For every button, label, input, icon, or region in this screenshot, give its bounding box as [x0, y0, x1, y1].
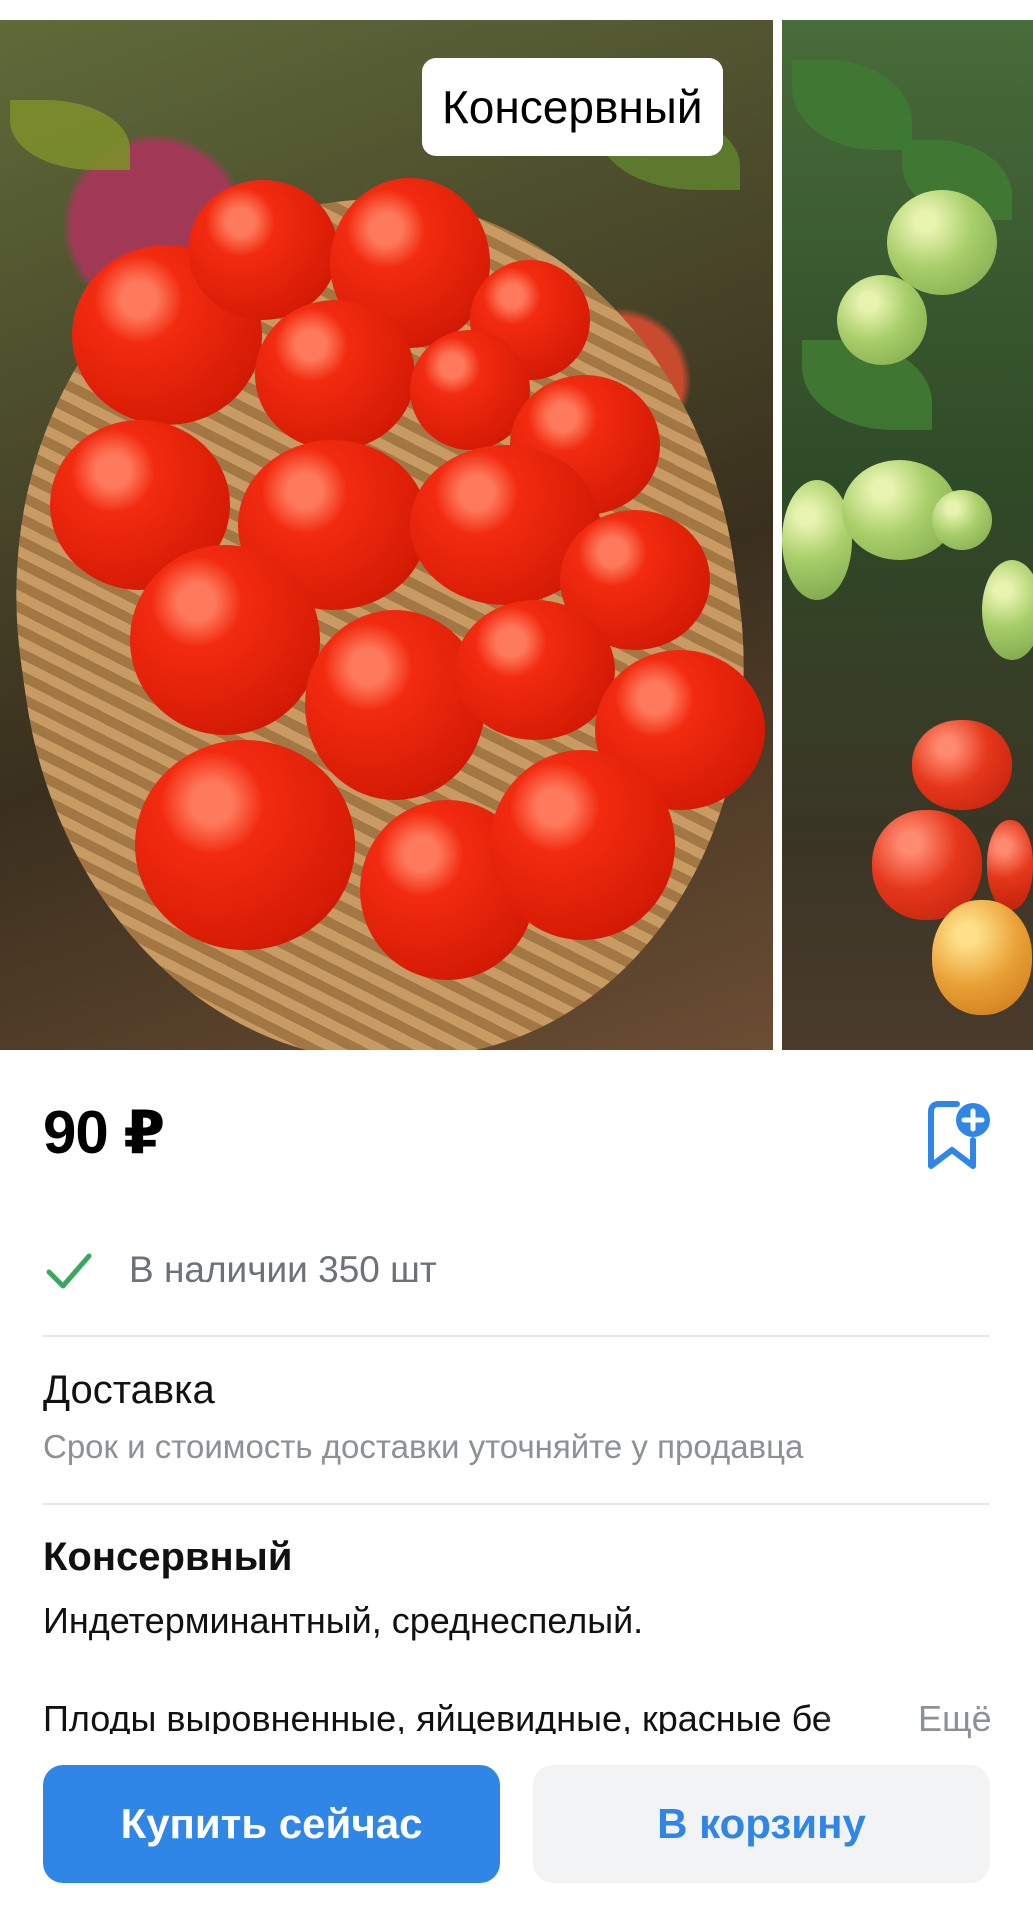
price-row: 90 ₽ [43, 1098, 993, 1178]
description-line: Индетерминантный, среднеспелый. [43, 1600, 644, 1641]
divider [43, 1335, 990, 1337]
stock-text: В наличии 350 шт [129, 1249, 437, 1290]
product-price: 90 ₽ [43, 1099, 165, 1166]
show-more-link[interactable]: Ещё [918, 1698, 992, 1740]
description-line-truncated: Плоды выровненные, яйцевидные, красные б… [43, 1698, 832, 1734]
check-icon [46, 1253, 92, 1289]
bookmark-add-icon[interactable] [921, 1098, 993, 1178]
delivery-subtitle: Срок и стоимость доставки уточняйте у пр… [43, 1428, 804, 1465]
buy-now-button[interactable]: Купить сейчас [43, 1765, 500, 1883]
add-to-cart-button[interactable]: В корзину [533, 1765, 990, 1883]
description-title: Консервный [43, 1535, 293, 1579]
product-photo-main[interactable] [0, 20, 773, 1050]
product-gallery[interactable]: Консервный [0, 0, 1033, 1050]
delivery-title: Доставка [43, 1368, 215, 1412]
photo-title-tag: Консервный [422, 58, 723, 156]
product-photo-secondary[interactable] [782, 20, 1033, 1050]
stock-status: В наличии 350 шт [43, 1240, 993, 1300]
divider [43, 1503, 990, 1505]
